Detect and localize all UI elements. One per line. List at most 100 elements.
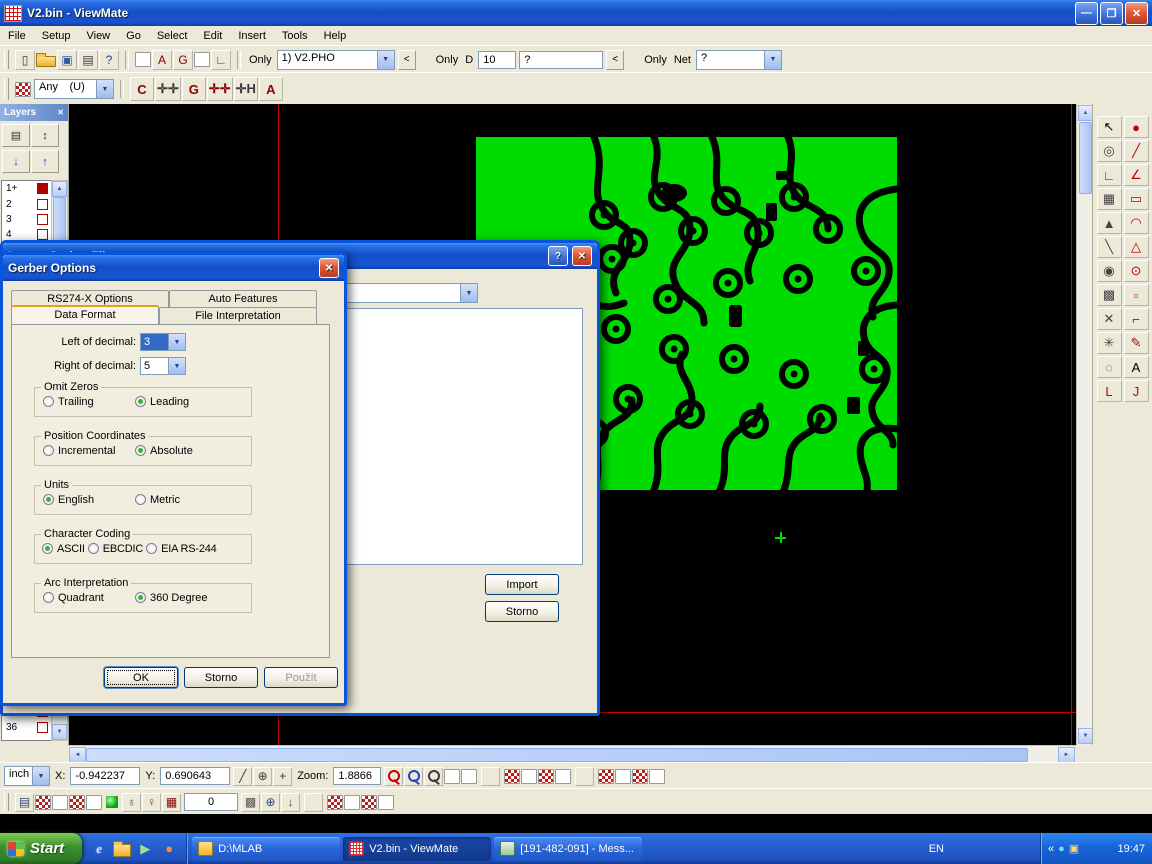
dialog-close-button[interactable]: ✕ [319, 258, 339, 278]
snap-h-icon[interactable]: ✛H [234, 77, 258, 101]
pad-pattern-icon[interactable] [538, 769, 554, 784]
layer-row[interactable]: 36 [2, 720, 51, 735]
goto-tool-icon[interactable]: G [182, 77, 206, 101]
player-icon[interactable]: ▶ [135, 838, 155, 860]
dropdown-arrow-icon[interactable]: ▼ [764, 51, 781, 69]
j-hook-icon[interactable]: J [1124, 380, 1149, 402]
radio-icon[interactable] [135, 592, 146, 603]
apply-button[interactable]: Použít [264, 667, 338, 688]
minimize-button[interactable]: — [1075, 2, 1098, 25]
pad-pattern-icon[interactable] [615, 769, 631, 784]
pad-dot-icon[interactable]: ● [1124, 116, 1149, 138]
left-of-decimal-select[interactable]: 3 ▼ [140, 333, 186, 351]
scroll-right-icon[interactable]: ► [1058, 747, 1075, 763]
dialog-close-button[interactable]: ✕ [572, 246, 592, 266]
context-help-icon[interactable]: ? [99, 50, 119, 70]
burst-icon[interactable]: ✳ [1097, 332, 1122, 354]
radio-icon[interactable] [43, 494, 54, 505]
aperture-select-icon[interactable] [15, 82, 31, 97]
layer-stack-icon[interactable]: ▤ [15, 793, 34, 812]
dropdown-arrow-icon[interactable]: ▼ [168, 334, 185, 350]
import-button[interactable]: Import [485, 574, 559, 595]
layer-color-box[interactable] [37, 199, 48, 210]
snap-pair-icon[interactable]: ✛✛ [155, 77, 181, 101]
radio-icon[interactable] [43, 592, 54, 603]
radio-metric[interactable]: Metric [135, 492, 180, 507]
scroll-up-icon[interactable]: ▲ [52, 181, 67, 197]
only-net-label[interactable]: Only [642, 54, 669, 66]
browser-icon[interactable]: ● [159, 838, 179, 860]
layer-down-icon[interactable]: ↓ [2, 150, 30, 173]
rings-icon[interactable]: ◉ [1097, 260, 1122, 282]
pad-pattern-icon[interactable] [632, 769, 648, 784]
dropdown-arrow-icon[interactable]: ▼ [377, 51, 394, 69]
net-combo[interactable]: ? ▼ [696, 50, 782, 70]
tab-data-format[interactable]: Data Format [11, 305, 159, 324]
line-tool-icon[interactable]: ╱ [1124, 140, 1149, 162]
radio-360-degree[interactable]: 360 Degree [135, 590, 208, 605]
right-of-decimal-select[interactable]: 5 ▼ [140, 357, 186, 375]
aperture-list-icon[interactable] [135, 52, 151, 67]
layer-row[interactable]: 2 [2, 196, 51, 211]
radio-leading[interactable]: Leading [135, 394, 189, 409]
radio-quadrant[interactable]: Quadrant [43, 590, 131, 605]
origin-icon[interactable]: + [273, 767, 292, 786]
snap-pair-red-icon[interactable]: ✛✛ [207, 77, 233, 101]
scroll-left-icon[interactable]: ◄ [69, 747, 86, 763]
pad-tile2-icon[interactable] [69, 795, 85, 810]
grid-table-icon[interactable]: ▦ [162, 793, 181, 812]
radio-incremental[interactable]: Incremental [43, 443, 131, 458]
only-layer-label[interactable]: Only [247, 54, 274, 66]
grid-step-field[interactable]: 0 [184, 793, 238, 811]
radio-icon[interactable] [135, 396, 146, 407]
radio-absolute[interactable]: Absolute [135, 443, 193, 458]
pad-pattern-icon[interactable] [378, 795, 394, 810]
radio-eia-rs-244[interactable]: EIA RS-244 [146, 541, 216, 556]
tray-expand-icon[interactable]: « [1048, 843, 1054, 855]
grid-dark-icon[interactable] [461, 769, 477, 784]
dropdown-arrow-icon[interactable]: ▼ [96, 80, 113, 98]
clock[interactable]: 19:47 [1117, 843, 1145, 855]
dialog-help-button[interactable]: ? [548, 246, 568, 266]
target-icon[interactable]: ⊕ [253, 767, 272, 786]
probe-icon[interactable]: ♁ [122, 793, 141, 812]
tab-file-interpretation[interactable]: File Interpretation [159, 307, 317, 324]
cancel-button[interactable]: Storno [485, 601, 559, 622]
zoom-window-icon[interactable] [404, 767, 423, 786]
radio-icon[interactable] [88, 543, 99, 554]
mirror-icon[interactable]: ▲ [1097, 212, 1122, 234]
layer-combo[interactable]: 1) V2.PHO ▼ [277, 50, 395, 70]
menu-item[interactable]: Help [316, 28, 355, 44]
layer-swap-icon[interactable]: ↕ [31, 124, 59, 147]
task-dmlab[interactable]: D:\MLAB [192, 837, 340, 861]
tray-doc-icon[interactable]: ▣ [1069, 842, 1079, 855]
tab-auto-features[interactable]: Auto Features [169, 290, 317, 307]
radio-icon[interactable] [135, 445, 146, 456]
radio-ascii[interactable]: ASCII [42, 541, 85, 556]
center-tool-icon[interactable]: C [130, 77, 154, 101]
draw-line-status-icon[interactable]: ╱ [233, 767, 252, 786]
units-combo[interactable]: inch ▼ [4, 766, 50, 786]
dashed-rect-icon[interactable]: ▫ [1124, 284, 1149, 306]
anchor-icon[interactable]: ⊕ [261, 793, 280, 812]
radio-english[interactable]: English [43, 492, 131, 507]
rect-tool-icon[interactable]: ▭ [1124, 188, 1149, 210]
radio-icon[interactable] [43, 445, 54, 456]
pad-tile-icon[interactable] [35, 795, 51, 810]
menu-item[interactable]: Insert [230, 28, 274, 44]
grid-toggle-icon[interactable] [444, 769, 460, 784]
menu-item[interactable]: Setup [34, 28, 79, 44]
text-tool-icon[interactable]: A [259, 77, 283, 101]
pad-pattern-icon[interactable] [598, 769, 614, 784]
language-indicator[interactable]: EN [921, 843, 952, 855]
dot-grid-icon[interactable]: ▩ [241, 793, 260, 812]
slash-icon[interactable]: ╲ [1097, 236, 1122, 258]
only-dcode-label[interactable]: Only [434, 54, 461, 66]
hatch-icon[interactable]: ▩ [1097, 284, 1122, 306]
ok-button[interactable]: OK [104, 667, 178, 688]
dropdown-arrow-icon[interactable]: ▼ [168, 358, 185, 374]
ie-icon[interactable]: e [89, 838, 109, 860]
circle-tool-icon[interactable]: ⊙ [1124, 260, 1149, 282]
layer-color-box[interactable] [37, 229, 48, 240]
pad-pattern-icon[interactable] [361, 795, 377, 810]
